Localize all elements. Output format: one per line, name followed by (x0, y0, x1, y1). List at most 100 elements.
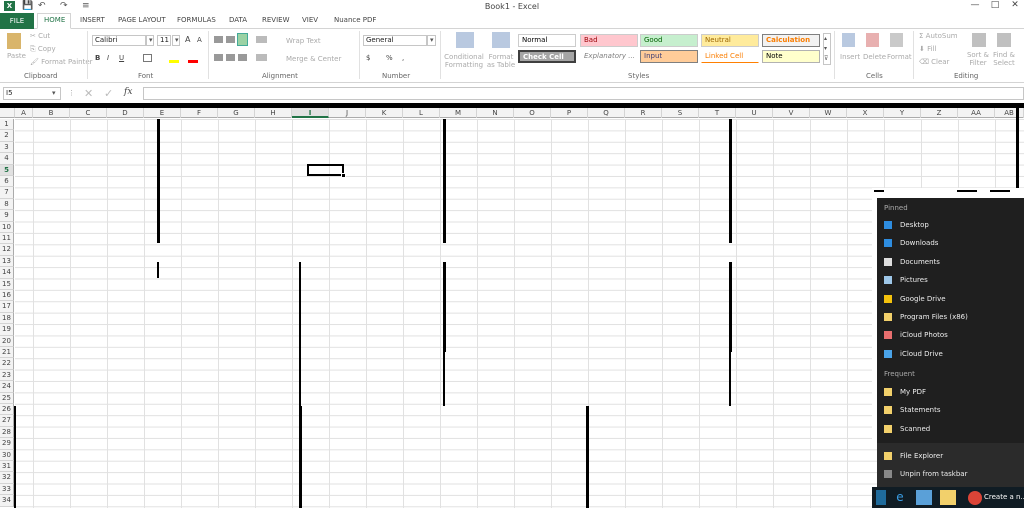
row-header[interactable]: 11 (0, 233, 14, 245)
maximize-button[interactable]: □ (986, 0, 1004, 10)
copy-button[interactable]: ⎘ Copy (30, 45, 56, 54)
row-header[interactable]: 9 (0, 210, 14, 222)
style-note[interactable]: Note (762, 50, 820, 63)
orientation-icon[interactable] (256, 36, 267, 43)
close-button[interactable]: ✕ (1006, 0, 1024, 10)
column-header[interactable]: J (329, 108, 366, 118)
column-header[interactable]: G (218, 108, 255, 118)
taskbar-app-icon[interactable] (876, 490, 886, 505)
fill-color-icon[interactable] (169, 60, 179, 63)
row-header[interactable]: 26 (0, 404, 14, 416)
jumplist-item[interactable]: Statements (884, 403, 1022, 417)
tab-insert[interactable]: INSERT (80, 16, 105, 24)
find-select-button[interactable]: Find & Select (992, 51, 1016, 67)
jumplist-item[interactable]: iCloud Drive (884, 347, 1022, 361)
style-normal[interactable]: Normal (518, 34, 576, 47)
minimize-button[interactable]: — (966, 0, 984, 10)
align-middle-icon[interactable] (226, 36, 235, 43)
column-header[interactable]: V (773, 108, 810, 118)
row-header[interactable]: 22 (0, 358, 14, 370)
name-box-dropdown-icon[interactable]: ▾ (52, 89, 56, 97)
column-header[interactable]: AA (958, 108, 995, 118)
merge-center-button[interactable]: Merge & Center (286, 55, 341, 63)
sort-filter-button[interactable]: Sort & Filter (966, 51, 990, 67)
format-cells-icon[interactable] (890, 33, 903, 47)
chrome-window-label[interactable]: Create a n... (984, 493, 1024, 501)
jumplist-item[interactable]: Google Drive (884, 292, 1022, 306)
row-header[interactable]: 3 (0, 141, 14, 154)
style-linked-cell[interactable]: Linked Cell (701, 50, 759, 63)
row-header[interactable]: 15 (0, 278, 14, 290)
italic-button[interactable]: I (107, 54, 109, 62)
bold-button[interactable]: B (95, 54, 100, 62)
row-header[interactable]: 32 (0, 472, 14, 484)
jumplist-item[interactable]: Program Files (x86) (884, 310, 1022, 324)
column-header[interactable]: C (70, 108, 107, 118)
jumplist-item[interactable]: Pictures (884, 273, 1022, 287)
column-header[interactable]: F (181, 108, 218, 118)
paste-icon[interactable] (7, 33, 21, 49)
row-header[interactable]: 1 (0, 119, 14, 131)
delete-cells-button[interactable]: Delete (863, 53, 886, 61)
column-header[interactable]: X (847, 108, 884, 118)
cut-button[interactable]: ✂ Cut (30, 32, 50, 40)
conditional-formatting-icon[interactable] (456, 32, 474, 48)
column-header[interactable]: AB (995, 108, 1024, 118)
column-header[interactable]: Y (884, 108, 921, 118)
underline-button[interactable]: U (119, 54, 124, 62)
row-header[interactable]: 33 (0, 483, 14, 496)
jumplist-item[interactable]: My PDF (884, 385, 1022, 399)
row-header[interactable]: 12 (0, 244, 14, 256)
style-good[interactable]: Good (640, 34, 698, 47)
currency-button[interactable]: $ (366, 54, 370, 62)
jumplist-item[interactable]: Scanned (884, 422, 1022, 436)
format-as-table-button[interactable]: Format as Table (484, 53, 518, 69)
column-header[interactable]: T (699, 108, 736, 118)
tab-file[interactable]: FILE (0, 13, 34, 29)
edge-icon[interactable]: e (892, 490, 908, 505)
jumplist-item[interactable]: Documents (884, 255, 1022, 269)
style-bad[interactable]: Bad (580, 34, 638, 47)
autosum-button[interactable]: Σ AutoSum (919, 32, 958, 40)
insert-function-icon[interactable]: fx (124, 87, 132, 97)
row-header[interactable]: 29 (0, 438, 14, 450)
tab-view[interactable]: VIEV (302, 16, 318, 24)
styles-scroll-icon[interactable]: ▴ ▾ ⊽ (823, 33, 831, 65)
align-bottom-icon[interactable] (237, 33, 248, 46)
row-header[interactable]: 28 (0, 426, 14, 439)
align-top-icon[interactable] (214, 36, 223, 43)
row-header[interactable]: 19 (0, 324, 14, 336)
column-header[interactable]: A (15, 108, 33, 118)
enter-icon[interactable]: ✓ (104, 87, 113, 100)
font-name-dropdown-icon[interactable]: ▾ (146, 35, 154, 46)
clear-button[interactable]: ⌫ Clear (919, 58, 949, 66)
format-as-table-icon[interactable] (492, 32, 510, 48)
insert-cells-icon[interactable] (842, 33, 855, 47)
tab-data[interactable]: DATA (229, 16, 247, 24)
chrome-icon[interactable] (968, 491, 982, 505)
column-header[interactable]: R (625, 108, 662, 118)
row-header[interactable]: 30 (0, 449, 14, 461)
column-header[interactable]: N (477, 108, 514, 118)
wrap-text-button[interactable]: Wrap Text (286, 37, 321, 45)
jumplist-item[interactable]: Desktop (884, 218, 1022, 232)
column-header[interactable]: O (514, 108, 551, 118)
column-header[interactable]: E (144, 108, 181, 118)
align-right-icon[interactable] (238, 54, 247, 61)
row-header[interactable]: 23 (0, 369, 14, 382)
row-header[interactable]: 21 (0, 347, 14, 359)
style-neutral[interactable]: Neutral (701, 34, 759, 47)
column-header[interactable]: W (810, 108, 847, 118)
style-input[interactable]: Input (640, 50, 698, 63)
column-header[interactable]: H (255, 108, 292, 118)
row-header[interactable]: 8 (0, 198, 14, 211)
row-header[interactable]: 20 (0, 335, 14, 347)
style-calculation[interactable]: Calculation (762, 34, 820, 47)
row-header[interactable]: 34 (0, 495, 14, 507)
sort-filter-icon[interactable] (972, 33, 986, 47)
row-header[interactable]: 6 (0, 176, 14, 188)
conditional-formatting-button[interactable]: Conditional Formatting (444, 53, 484, 69)
comma-button[interactable]: , (402, 54, 404, 62)
jumplist-item[interactable]: iCloud Photos (884, 328, 1022, 342)
row-header[interactable]: 16 (0, 290, 14, 302)
